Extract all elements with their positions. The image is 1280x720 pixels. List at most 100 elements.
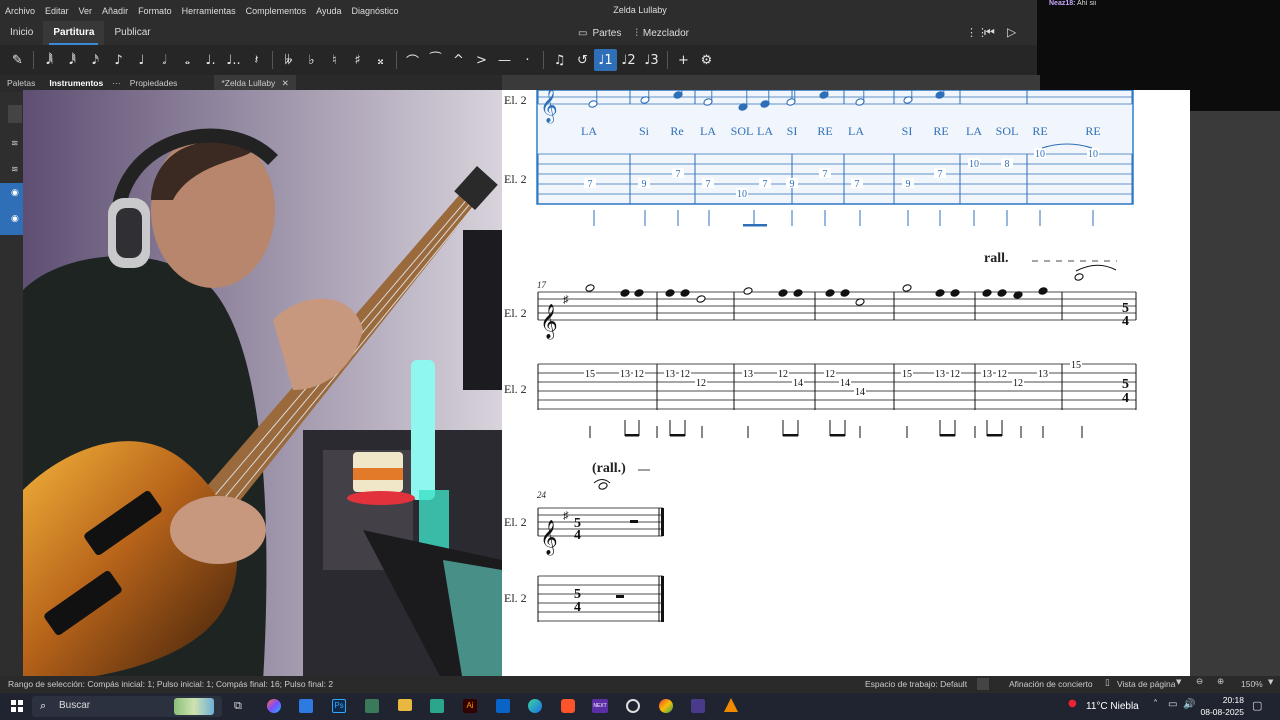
settings-icon[interactable]: ⚙ [695,49,718,71]
vlc-icon[interactable] [724,698,738,712]
tab-number: 12 [997,369,1007,380]
tuplet-icon[interactable]: ♫ [548,49,571,71]
voice-2-icon[interactable]: ♩2 [617,49,640,71]
note-head [634,289,644,297]
half-note-icon[interactable]: 𝅗𝅥 [153,49,176,71]
obs-icon[interactable] [626,699,640,713]
rhythm-beam [940,434,955,437]
time-signature-top: 5 [1122,377,1129,392]
volume-icon[interactable]: 🔊 [1183,699,1195,710]
menu-formato[interactable]: Formato [133,6,177,16]
rest-icon[interactable]: 𝄽 [245,49,268,71]
dotted-icon[interactable]: ♩. [199,49,222,71]
outlook-new-icon[interactable] [496,699,510,713]
edge-icon[interactable] [528,699,542,713]
taskbar-search[interactable]: ⌕ Buscar [32,696,222,717]
zoom-in-icon[interactable]: ⊕ [1217,677,1224,687]
clock-date[interactable]: 08-08-2025 [1196,707,1244,717]
tab-inicio[interactable]: Inicio [0,21,43,45]
marcato-icon[interactable]: ^ [447,49,470,71]
menu-archivo[interactable]: Archivo [0,6,40,16]
voice-1-icon[interactable]: ♩1 [594,49,617,71]
whole-note-icon[interactable]: 𝅝 [176,49,199,71]
chrome-icon[interactable] [659,699,673,713]
accent-icon[interactable]: > [470,49,493,71]
tie-icon[interactable]: ⌒ [401,49,424,71]
weather-text[interactable]: 11°C Niebla [1086,701,1139,712]
sharp-icon[interactable]: ♯ [346,49,369,71]
chevron-down-icon[interactable]: ▼ [1268,678,1273,686]
voice-3-icon[interactable]: ♩3 [640,49,663,71]
outlook-icon[interactable] [299,699,313,713]
final-barline [661,576,664,622]
zoom-out-icon[interactable]: ⊖ [1196,677,1203,687]
double-dotted-icon[interactable]: ♩.. [222,49,245,71]
slur-icon[interactable]: ⁀ [424,49,447,71]
photoshop-icon[interactable]: Ps [332,699,346,713]
illustrator-icon[interactable]: Ai [463,699,477,713]
play-icon[interactable]: ▷ [1007,25,1016,39]
notifications-icon[interactable]: ▢ [1252,699,1262,712]
tab-number: 13 [665,369,675,380]
workspace-selector[interactable]: Espacio de trabajo: Default [865,679,967,689]
zoom-level[interactable]: 150% [1241,679,1263,689]
network-icon[interactable]: ▭ [1168,699,1177,710]
64th-note-icon[interactable]: 𝅘𝅥𝅲 [38,49,61,71]
natural-icon[interactable]: ♮ [323,49,346,71]
app-icon[interactable] [430,699,444,713]
task-view-icon[interactable]: ⧉ [234,699,242,713]
chevron-up-icon[interactable]: ˄ [1153,699,1158,710]
eighth-note-icon[interactable]: ♪ [107,49,130,71]
copilot-icon[interactable] [267,699,281,713]
brave-icon[interactable] [561,699,575,713]
tab-partitura[interactable]: Partitura [43,21,105,45]
clock-time[interactable]: 20:18 [1200,695,1244,705]
double-sharp-icon[interactable]: 𝄪 [369,49,392,71]
quarter-note-icon[interactable]: ♩ [130,49,153,71]
tab-number: 10 [1088,149,1098,160]
expand-icon[interactable]: ≋ [11,139,19,149]
next-app-icon[interactable]: NEXT [592,699,608,713]
menu-herramientas[interactable]: Herramientas [177,6,241,16]
close-icon[interactable]: ✕ [282,79,289,89]
16th-note-icon[interactable]: 𝅘𝅥𝅯 [84,49,107,71]
chat-text: Ahí sii [1077,0,1097,7]
tenuto-icon[interactable]: — [493,49,516,71]
flat-icon[interactable]: ♭ [300,49,323,71]
app-icon[interactable] [691,699,705,713]
windows-start-icon[interactable] [11,700,23,712]
32nd-note-icon[interactable]: 𝅘𝅥𝅱 [61,49,84,71]
tab-number: 12 [634,369,644,380]
tab-number: 7 [763,179,768,190]
panel-search-box[interactable] [8,105,22,123]
visibility-icon[interactable]: ◉ [11,188,19,198]
staccato-icon[interactable]: · [516,49,539,71]
menu-ver[interactable]: Ver [74,6,98,16]
parts-button[interactable]: ▭ Partes [578,28,621,39]
visibility-icon[interactable]: ◉ [11,214,19,224]
concert-pitch-toggle[interactable] [977,678,989,690]
expand-icon[interactable]: ≋ [11,165,19,175]
flip-icon[interactable]: ↺ [571,49,594,71]
menu-complementos[interactable]: Complementos [241,6,312,16]
pencil-icon[interactable]: ✎ [6,49,29,71]
search-placeholder: Buscar [59,700,91,711]
file-explorer-icon[interactable] [398,699,412,711]
menu-ayuda[interactable]: Ayuda [311,6,346,16]
rewind-icon[interactable]: ⏮ [984,25,995,40]
page-view-selector[interactable]: Vista de página [1117,679,1175,689]
menu-editar[interactable]: Editar [40,6,74,16]
tab-number: 12 [778,369,788,380]
lyric: Re [670,124,683,138]
add-icon[interactable]: + [672,49,695,71]
mixer-button[interactable]: ⫶ Mezclador [635,28,689,39]
menu-diagnostico[interactable]: Diagnóstico [347,6,404,16]
tab-publicar[interactable]: Publicar [104,21,160,45]
menu-anadir[interactable]: Añadir [97,6,133,16]
chevron-down-icon[interactable]: ▼ [1176,678,1181,686]
tab-number: 9 [642,179,647,190]
double-flat-icon[interactable]: 𝄫 [277,49,300,71]
score-canvas: 𝄞LA Si Re LA SOL LA SI RE LA SI RE LA SOL RE RE 7 97710… [504,73,1137,622]
status-bar: Rango de selección: Compás inicial: 1; P… [0,676,1280,693]
app-icon[interactable] [365,699,379,713]
